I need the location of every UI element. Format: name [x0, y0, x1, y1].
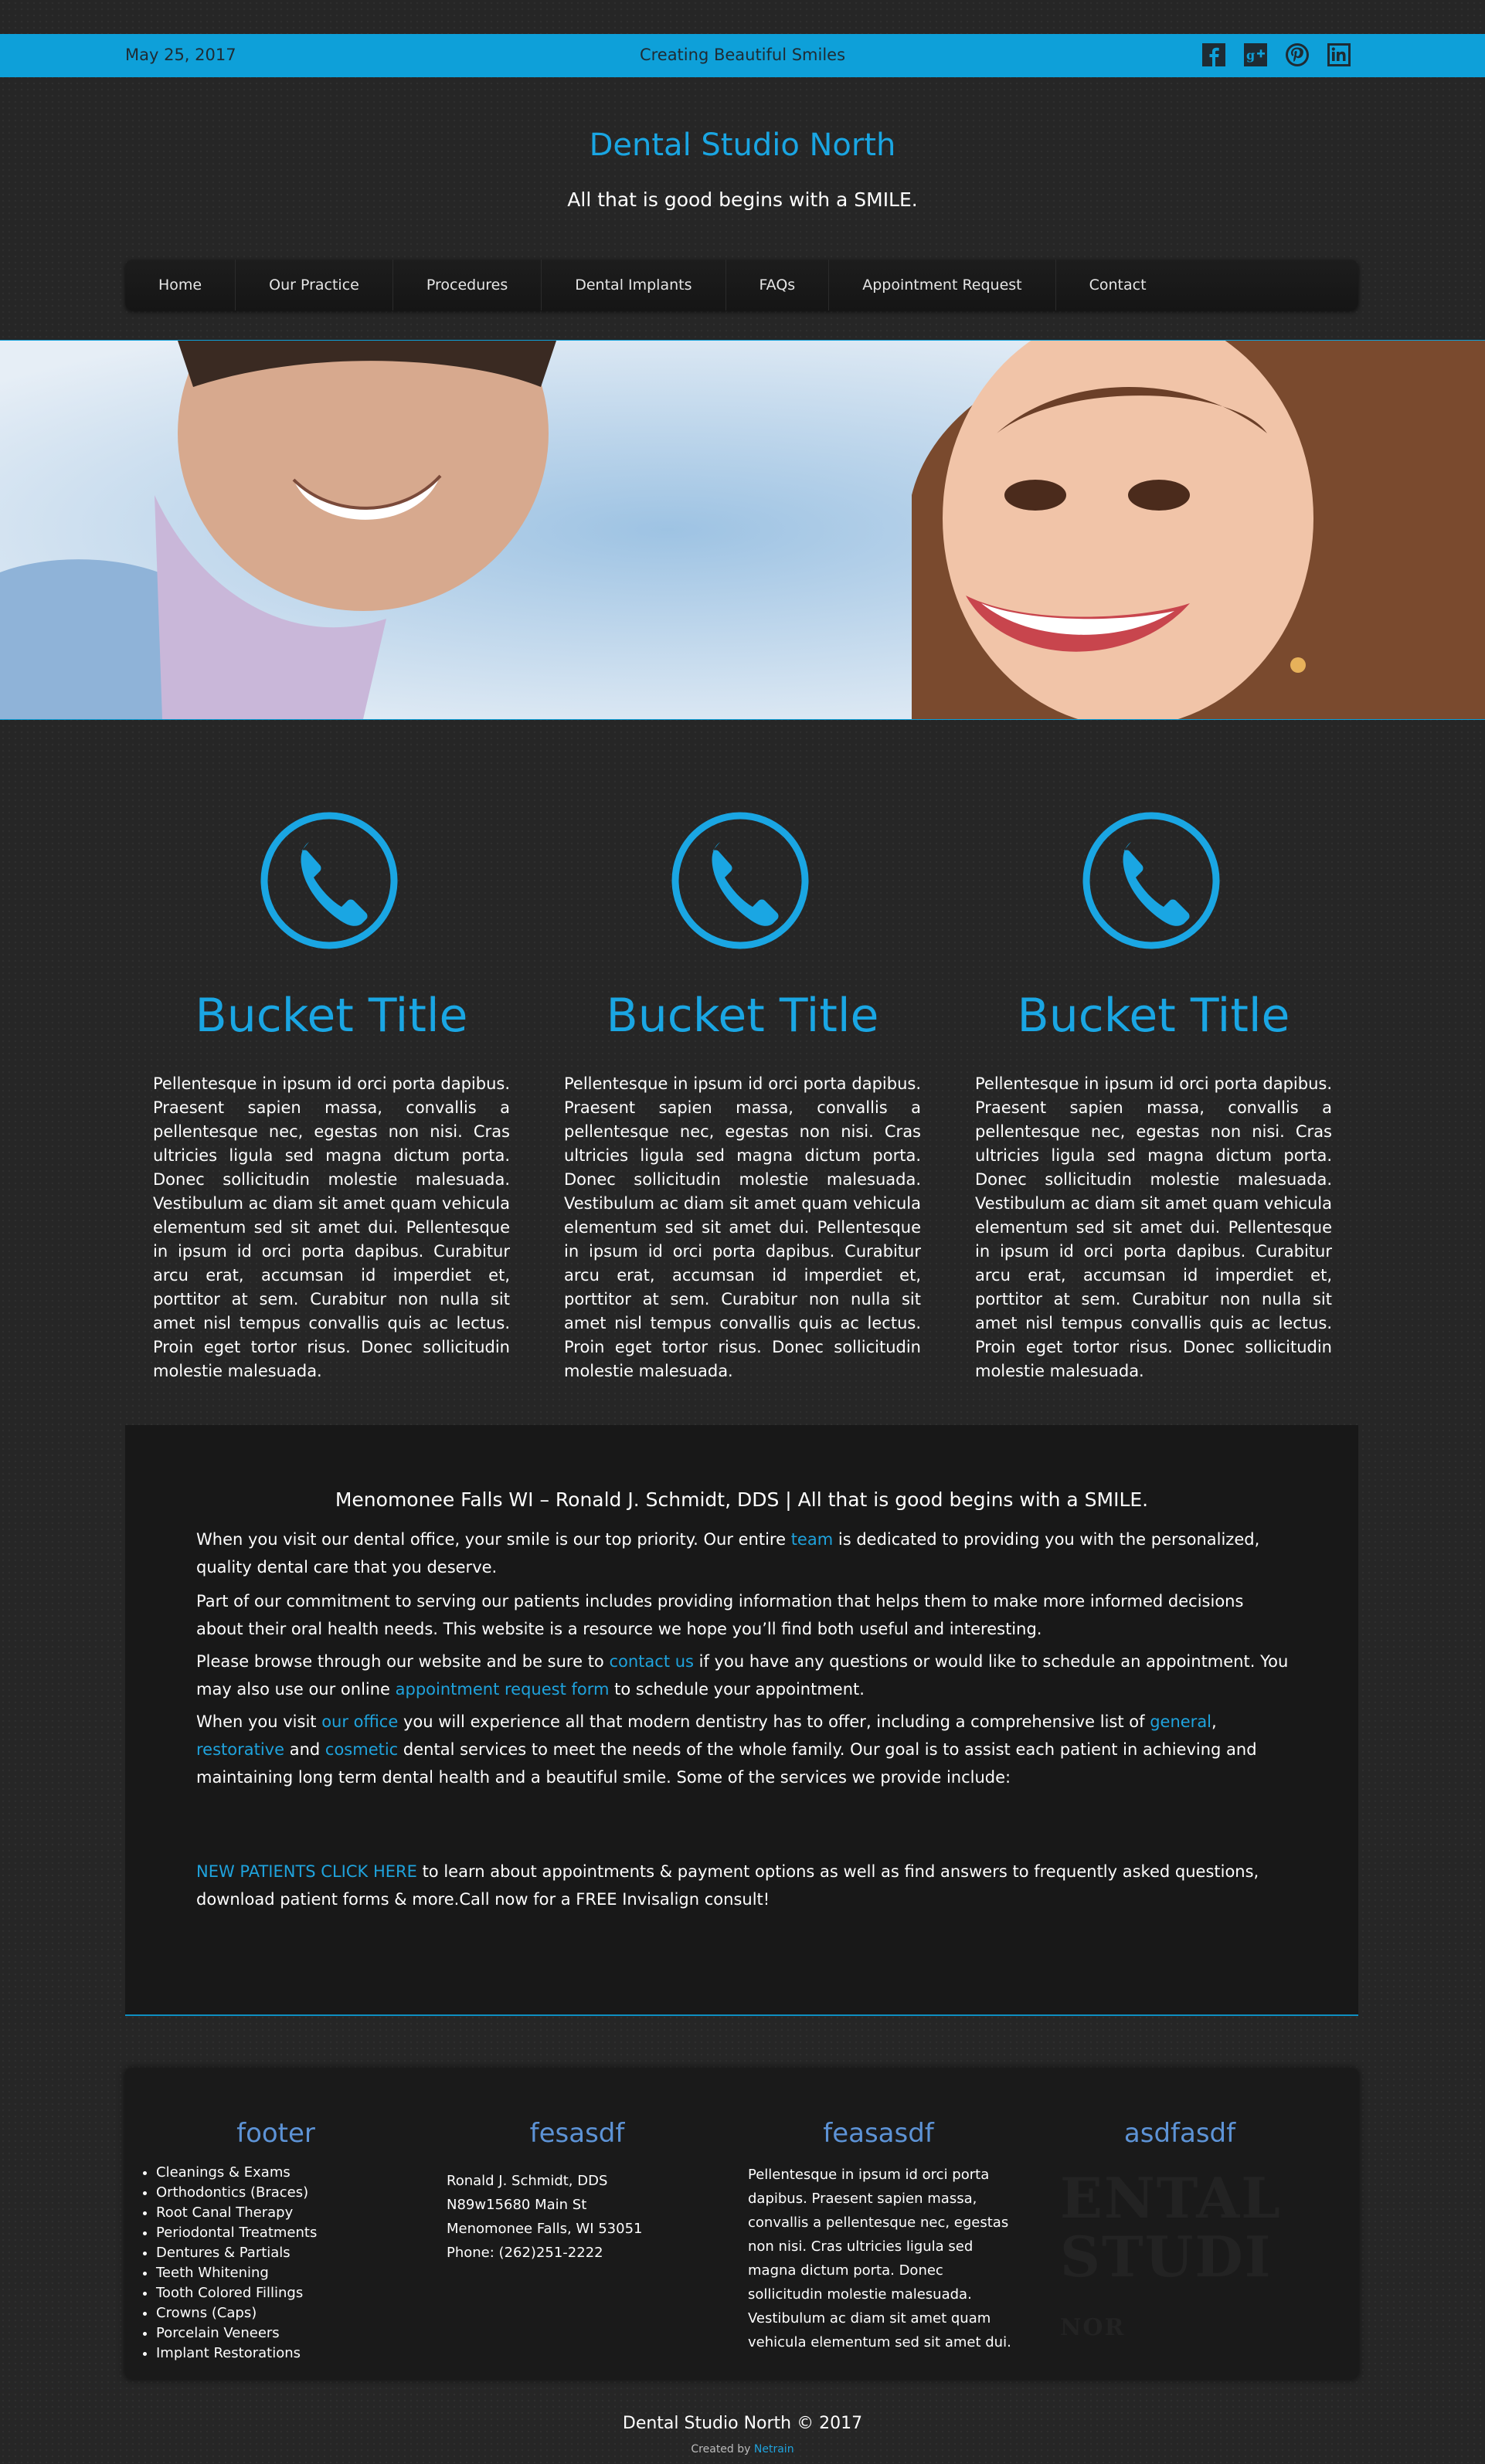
- list-item[interactable]: Crowns (Caps): [156, 2303, 317, 2323]
- copyright: Dental Studio North © 2017: [622, 2414, 863, 2433]
- content-box: Menomonee Falls WI – Ronald J. Schmidt, …: [125, 1425, 1358, 2016]
- phone-icon: [1082, 812, 1220, 949]
- list-item[interactable]: Implant Restorations: [156, 2344, 317, 2364]
- list-item[interactable]: Orthodontics (Braces): [156, 2183, 317, 2203]
- text: When you visit: [196, 1712, 322, 1731]
- footer-heading: asdfasdf: [1123, 2118, 1236, 2149]
- bucket-title: Bucket Title: [1017, 989, 1290, 1043]
- new-patients-paragraph: NEW PATIENTS CLICK HERE to learn about a…: [196, 1858, 1293, 1913]
- facebook-icon[interactable]: [1200, 41, 1228, 69]
- text: and: [284, 1740, 325, 1759]
- phone-icon: [260, 812, 398, 949]
- text: ,: [1211, 1712, 1217, 1731]
- nav-item-our-practice[interactable]: Our Practice: [236, 260, 393, 311]
- new-patients-link[interactable]: NEW PATIENTS CLICK HERE: [196, 1862, 417, 1881]
- cosmetic-link[interactable]: cosmetic: [325, 1740, 398, 1759]
- google-plus-icon[interactable]: g: [1242, 41, 1269, 69]
- hero-image: [0, 341, 1485, 719]
- commitment-paragraph: Part of our commitment to serving our pa…: [196, 1592, 1244, 1638]
- pinterest-icon[interactable]: [1283, 41, 1311, 69]
- address-block: Ronald J. Schmidt, DDS N89w15680 Main St…: [447, 2169, 717, 2265]
- intro-paragraph: When you visit our dental office, your s…: [196, 1526, 1293, 1581]
- list-item[interactable]: Dentures & Partials: [156, 2243, 317, 2263]
- text: you will experience all that modern dent…: [398, 1712, 1150, 1731]
- footer-heading: fesasdf: [529, 2118, 625, 2149]
- list-item[interactable]: Cleanings & Exams: [156, 2163, 317, 2183]
- text: Please browse through our website and be…: [196, 1652, 610, 1671]
- bucket-title: Bucket Title: [606, 989, 879, 1043]
- footer-heading: footer: [236, 2118, 315, 2149]
- address-line: Ronald J. Schmidt, DDS: [447, 2173, 608, 2189]
- bucket-title: Bucket Title: [195, 989, 468, 1043]
- hero-banner: [0, 340, 1485, 720]
- bucket-text: Pellentesque in ipsum id orci porta dapi…: [564, 1074, 921, 1380]
- appointment-request-form-link[interactable]: appointment request form: [396, 1680, 610, 1699]
- contact-us-link[interactable]: contact us: [609, 1652, 694, 1671]
- footer-widgets: footer Cleanings & Exams Orthodontics (B…: [125, 2069, 1358, 2379]
- phone-icon: [671, 812, 809, 949]
- nav-item-faqs[interactable]: FAQs: [726, 260, 830, 311]
- linkedin-icon[interactable]: [1325, 41, 1353, 69]
- our-office-link[interactable]: our office: [321, 1712, 398, 1731]
- site-title[interactable]: Dental Studio North: [0, 127, 1485, 163]
- phone-line: Phone: (262)251-2222: [447, 2245, 603, 2261]
- services-paragraph: When you visit our office you will exper…: [196, 1708, 1293, 1791]
- footer-heading: feasasdf: [823, 2118, 934, 2149]
- nav-item-appointment-request[interactable]: Appointment Request: [829, 260, 1056, 311]
- svg-text:g: g: [1246, 48, 1255, 63]
- text: to schedule your appointment.: [609, 1680, 865, 1699]
- list-item[interactable]: Periodontal Treatments: [156, 2223, 317, 2243]
- nav-item-contact[interactable]: Contact: [1056, 260, 1180, 311]
- nav-item-dental-implants[interactable]: Dental Implants: [542, 260, 726, 311]
- address-line: Menomonee Falls, WI 53051: [447, 2221, 643, 2237]
- social-links: g: [1200, 41, 1353, 69]
- list-item[interactable]: Tooth Colored Fillings: [156, 2283, 317, 2303]
- content-heading: Menomonee Falls WI – Ronald J. Schmidt, …: [335, 1488, 1149, 1511]
- logo-watermark: ENTAL STUDI NOR: [1060, 2165, 1282, 2342]
- bucket-text: Pellentesque in ipsum id orci porta dapi…: [975, 1074, 1332, 1380]
- team-link[interactable]: team: [791, 1530, 833, 1549]
- general-link[interactable]: general: [1150, 1712, 1211, 1731]
- browse-paragraph: Please browse through our website and be…: [196, 1648, 1293, 1703]
- main-nav: Home Our Practice Procedures Dental Impl…: [125, 260, 1358, 311]
- text: When you visit our dental office, your s…: [196, 1530, 791, 1549]
- list-item[interactable]: Porcelain Veneers: [156, 2323, 317, 2344]
- address-line: N89w15680 Main St: [447, 2197, 587, 2213]
- services-list: Cleanings & Exams Orthodontics (Braces) …: [156, 2163, 317, 2364]
- site-subtitle: All that is good begins with a SMILE.: [567, 188, 918, 211]
- top-bar: May 25, 2017 Creating Beautiful Smiles g: [0, 34, 1485, 77]
- nav-item-home[interactable]: Home: [125, 260, 236, 311]
- list-item[interactable]: Teeth Whitening: [156, 2263, 317, 2283]
- restorative-link[interactable]: restorative: [196, 1740, 284, 1759]
- text: Created by: [691, 2443, 754, 2456]
- created-by: Created by Netrain: [0, 2443, 1485, 2456]
- list-item[interactable]: Root Canal Therapy: [156, 2203, 317, 2223]
- bucket-text: Pellentesque in ipsum id orci porta dapi…: [153, 1074, 510, 1380]
- nav-item-procedures[interactable]: Procedures: [393, 260, 542, 311]
- netrain-link[interactable]: Netrain: [754, 2443, 794, 2456]
- footer-paragraph: Pellentesque in ipsum id orci porta dapi…: [748, 2167, 1011, 2350]
